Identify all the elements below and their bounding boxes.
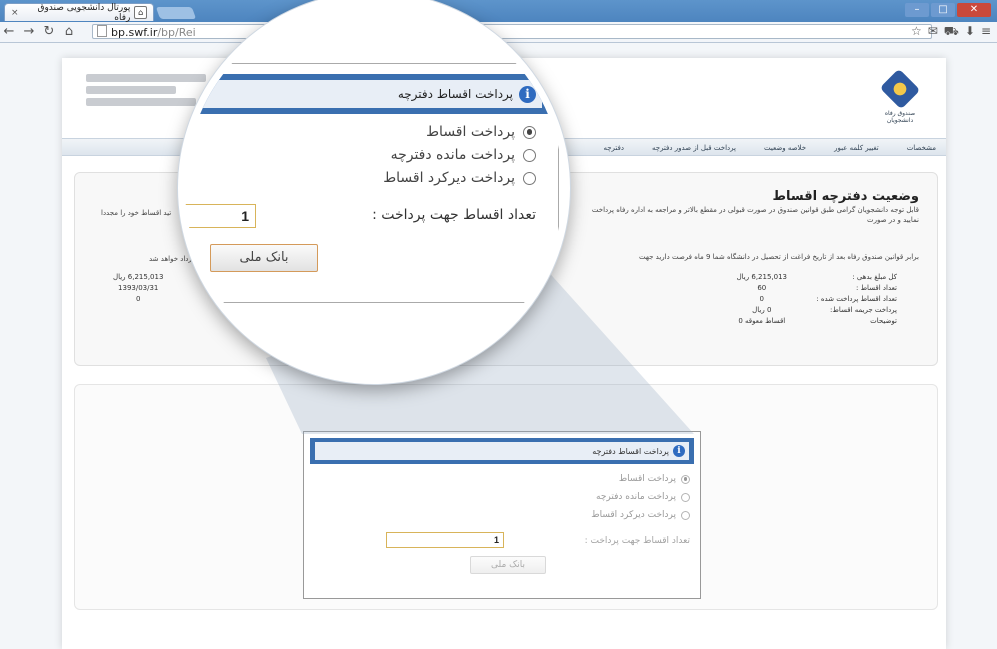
toolbar-icons: ☆ ✉ ⛟ ⬇ ≡	[911, 24, 991, 40]
stat-value: 0	[759, 295, 765, 303]
stat-values: 6,215,013 ریال 60 0 0 ریال اقساط معوقه 0	[737, 273, 787, 328]
radio-button[interactable]	[523, 171, 536, 185]
menu-icon[interactable]: ≡	[981, 24, 991, 40]
bookmark-star-icon[interactable]: ☆	[911, 24, 922, 40]
menu-item-prepay[interactable]: پرداخت قبل از صدور دفترچه	[652, 139, 736, 155]
payment-dialog-small: i پرداخت اقساط دفترچه پرداخت اقساط پرداخ…	[303, 431, 701, 599]
option-pay-installments[interactable]: پرداخت اقساط	[426, 124, 536, 140]
new-tab-button[interactable]	[155, 7, 197, 19]
option-pay-late-fee[interactable]: پرداخت دیرکرد اقساط	[383, 170, 536, 186]
installment-count-input[interactable]	[185, 204, 256, 228]
forward-icon[interactable]: →	[22, 24, 36, 40]
url-path: /bp/Rei	[157, 26, 196, 39]
radio-button[interactable]	[681, 474, 690, 484]
status-description: قابل توجه دانشجویان گرامی طبق قوانین صند…	[591, 206, 919, 224]
window-controls: – □ ✕	[905, 3, 991, 17]
radio-button[interactable]	[523, 148, 536, 162]
radio-button[interactable]	[523, 125, 536, 139]
back-icon[interactable]: ←	[2, 24, 16, 40]
dialog-header-frame: i پرداخت اقساط دفترچه	[310, 438, 694, 464]
stat-value: 6,215,013 ریال	[113, 273, 164, 281]
option-pay-installments[interactable]: پرداخت اقساط	[619, 474, 690, 484]
extension-icon[interactable]: ⛟	[944, 24, 959, 40]
option-label: پرداخت دیرکرد اقساط	[591, 510, 676, 520]
menu-item-change-password[interactable]: تغییر کلمه عبور	[834, 139, 879, 155]
stat-value: اقساط معوقه 0	[738, 317, 786, 325]
radio-button[interactable]	[681, 492, 690, 502]
address-bar[interactable]: bp.swf.ir/bp/Rei	[92, 24, 932, 39]
dialog-title: پرداخت اقساط دفترچه	[397, 87, 513, 101]
maximize-icon[interactable]: □	[931, 3, 955, 17]
option-pay-remaining[interactable]: پرداخت مانده دفترچه	[596, 492, 690, 502]
magnifier-lens: i پرداخت اقساط دفترچه پرداخت اقساط پرداخ…	[178, 0, 570, 384]
home-icon[interactable]: ⌂	[62, 24, 76, 40]
menu-item-profile[interactable]: مشخصات	[907, 139, 936, 155]
url-host: bp.swf.ir	[111, 26, 158, 39]
favicon-icon: ⌂	[134, 6, 147, 19]
info-icon: i	[673, 445, 685, 457]
nav-buttons: ← → ↻ ⌂	[2, 24, 76, 40]
stat-label: تعداد اقساط پرداخت شده :	[816, 295, 897, 303]
reload-icon[interactable]: ↻	[42, 24, 56, 40]
radio-button[interactable]	[681, 510, 690, 520]
left-stat-values: 6,215,013 ریال 1393/03/31 0	[113, 273, 163, 306]
close-window-icon[interactable]: ✕	[957, 3, 991, 17]
site-logo: صندوق رفاه دانشجویان	[872, 68, 928, 124]
installment-count-input[interactable]	[386, 532, 504, 548]
stat-value: 0	[135, 295, 141, 303]
payment-panel: i پرداخت اقساط دفترچه پرداخت اقساط پرداخ…	[74, 384, 938, 610]
stat-value: 0 ریال	[752, 306, 772, 314]
info-icon: i	[519, 85, 536, 103]
bank-melli-button[interactable]: بانک ملی	[470, 556, 546, 574]
stat-value: 6,215,013 ریال	[736, 273, 787, 281]
status-rule-line: برابر قوانین صندوق رفاه بعد از تاریخ فرا…	[639, 253, 919, 261]
stat-label: توضیحات	[870, 317, 897, 325]
status-title: وضعیت دفترچه اقساط	[772, 189, 919, 204]
option-pay-late-fee[interactable]: پرداخت دیرکرد اقساط	[591, 510, 690, 520]
stat-value: 60	[757, 284, 767, 292]
stat-labels: کل مبلغ بدهی : تعداد اقساط : تعداد اقساط…	[816, 273, 897, 328]
option-label: پرداخت مانده دفترچه	[390, 147, 515, 163]
option-label: پرداخت اقساط	[426, 124, 515, 140]
stat-label: کل مبلغ بدهی :	[852, 273, 897, 281]
mail-icon[interactable]: ✉	[928, 24, 938, 40]
logo-caption: صندوق رفاه دانشجویان	[884, 110, 916, 124]
installment-count-label: تعداد اقساط جهت پرداخت :	[584, 536, 690, 546]
stat-label: پرداخت جریمه اقساط:	[830, 306, 897, 314]
page-icon	[97, 25, 107, 37]
menu-item-summary[interactable]: خلاصه وضعیت	[764, 139, 806, 155]
left-note: تید اقساط خود را مجددا	[101, 209, 172, 217]
tab-close-icon[interactable]: ×	[11, 8, 19, 18]
option-pay-remaining[interactable]: پرداخت مانده دفترچه	[391, 147, 536, 163]
stat-label: تعداد اقساط :	[855, 284, 897, 292]
menu-item-booklet[interactable]: دفترچه	[603, 139, 624, 155]
tab-title: پورتال دانشجویی صندوق رفاه	[37, 2, 131, 23]
bank-melli-button[interactable]: بانک ملی	[210, 244, 318, 272]
installment-count-label: تعداد اقساط جهت پرداخت :	[372, 207, 536, 223]
download-icon[interactable]: ⬇	[965, 24, 975, 40]
payment-dialog-zoomed: i پرداخت اقساط دفترچه پرداخت اقساط پرداخ…	[185, 63, 559, 303]
option-label: پرداخت دیرکرد اقساط	[383, 170, 515, 186]
stat-value: 1393/03/31	[118, 284, 159, 292]
option-label: پرداخت اقساط	[618, 474, 676, 484]
dialog-title: پرداخت اقساط دفترچه	[592, 446, 669, 456]
dialog-header-frame-zoomed: i پرداخت اقساط دفترچه	[185, 74, 550, 114]
browser-tab[interactable]: ⌂ پورتال دانشجویی صندوق رفاه ×	[4, 2, 154, 23]
option-label: پرداخت مانده دفترچه	[596, 492, 676, 502]
logo-mark-icon	[879, 68, 921, 110]
minimize-icon[interactable]: –	[905, 3, 929, 17]
